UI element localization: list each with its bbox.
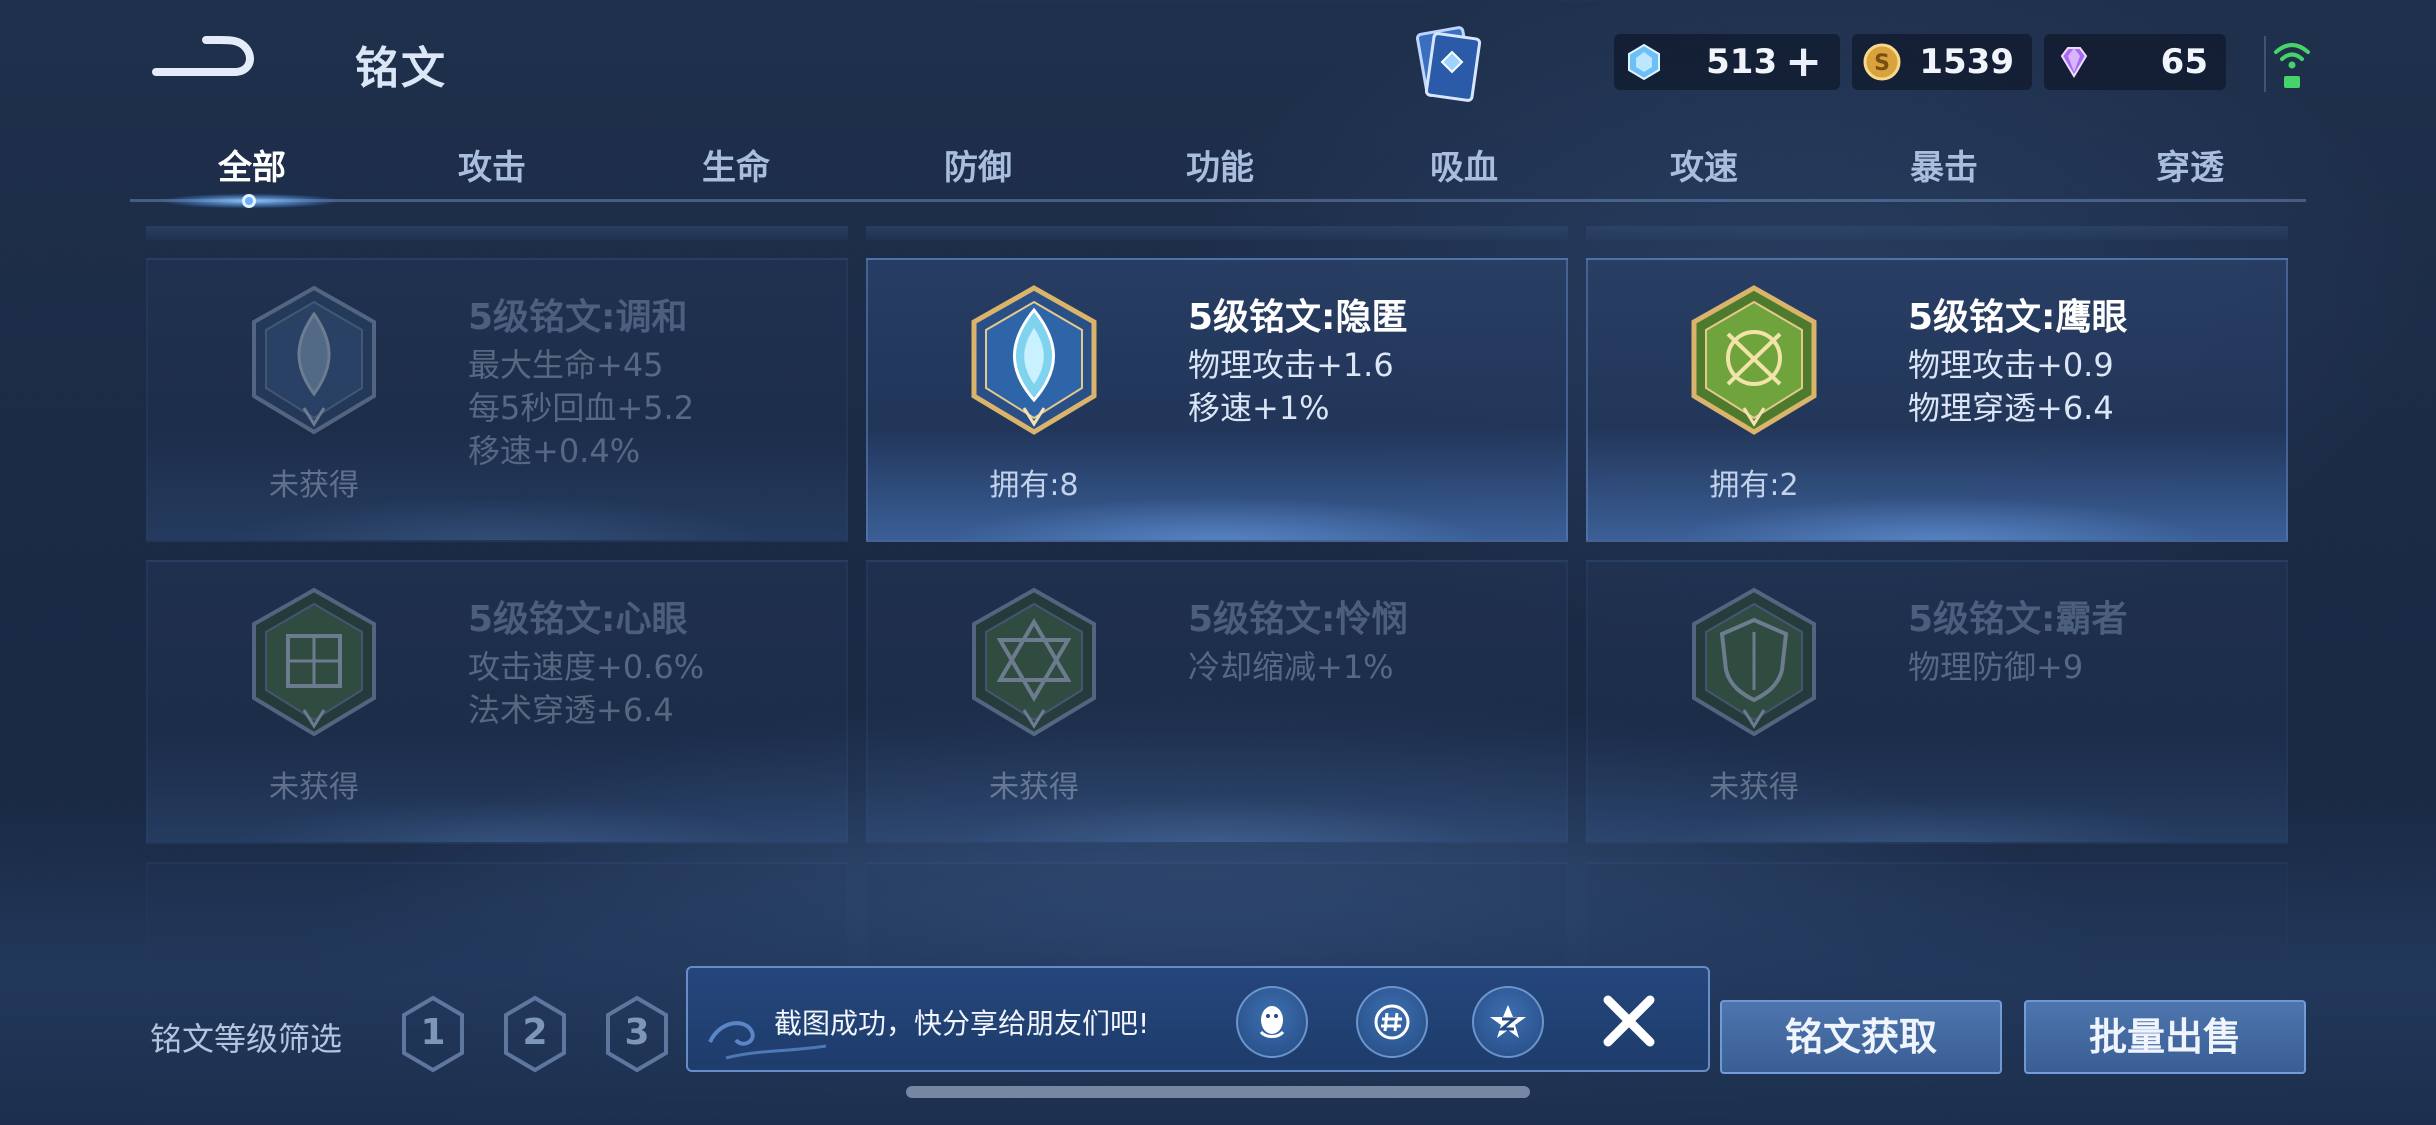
gem-counter: 65	[2044, 34, 2226, 90]
gem-value: 65	[2160, 42, 2208, 82]
home-indicator[interactable]	[906, 1086, 1530, 1098]
rune-green-eagle-icon	[1691, 285, 1817, 435]
tab-lifesteal[interactable]: 吸血	[1384, 140, 1544, 189]
rune-book-icon[interactable]	[1408, 22, 1488, 106]
tab-utility[interactable]: 功能	[1140, 140, 1300, 189]
rune-status: 未获得	[269, 770, 359, 805]
rune-blue-flame-icon	[252, 285, 376, 435]
wifi-signal-icon	[2274, 43, 2310, 88]
tab-all[interactable]: 全部	[172, 140, 332, 189]
toast-message: 截图成功，快分享给朋友们吧!	[774, 1007, 1150, 1040]
tab-defense[interactable]: 防御	[898, 140, 1058, 189]
rune-stats: 物理攻击+1.6 移速+1%	[1188, 344, 1394, 430]
level-filter-2[interactable]: 2	[500, 994, 570, 1074]
get-runes-button[interactable]: 铭文获取	[1720, 1000, 2002, 1074]
tab-health[interactable]: 生命	[656, 140, 816, 189]
rune-green-star-icon	[972, 587, 1096, 737]
rune-stat: 移速+0.4%	[468, 432, 641, 470]
tab-active-indicator	[242, 194, 256, 208]
rune-card[interactable]: 拥有:2 5级铭文:鹰眼 物理攻击+0.9 物理穿透+6.4	[1586, 258, 2288, 542]
rune-stat: 冷却缩减+1%	[1188, 648, 1394, 686]
card-peek	[146, 226, 848, 240]
tab-underline	[130, 199, 2306, 202]
card-peek	[866, 226, 1568, 240]
rune-owned-count: 拥有:8	[989, 468, 1079, 503]
diamond-value: 513	[1706, 42, 1778, 82]
rune-green-eye-icon	[252, 587, 376, 737]
rune-stat: 攻击速度+0.6%	[468, 648, 705, 686]
rune-stats: 物理防御+9	[1908, 646, 2083, 689]
purple-gem-icon	[2060, 47, 2088, 78]
page-title: 铭文	[355, 43, 447, 94]
rune-status: 未获得	[1709, 770, 1799, 805]
rune-status: 未获得	[269, 468, 359, 503]
level-filter-3[interactable]: 3	[602, 994, 672, 1074]
gold-coin-icon: S	[1863, 43, 1901, 81]
share-qzone-button[interactable]	[1472, 986, 1544, 1058]
rune-name: 5级铭文:霸者	[1908, 599, 2128, 640]
level-filter-label: 铭文等级筛选	[150, 1020, 343, 1058]
rune-name: 5级铭文:隐匿	[1188, 297, 1408, 338]
crystal-icon	[1628, 43, 1660, 81]
level-filter-label-3: 3	[624, 1012, 650, 1053]
rune-category-tabs: 全部 攻击 生命 防御 功能 吸血 攻速 暴击 穿透	[130, 136, 2306, 212]
tab-crit[interactable]: 暴击	[1864, 140, 2024, 189]
rune-card[interactable]: 未获得 5级铭文:心眼 攻击速度+0.6% 法术穿透+6.4	[146, 560, 848, 844]
plus-icon[interactable]: +	[1785, 40, 1822, 84]
rune-owned-count: 拥有:2	[1709, 468, 1799, 503]
rune-card[interactable]: 未获得 5级铭文:霸者 物理防御+9	[1586, 560, 2288, 844]
rune-stats: 最大生命+45 每5秒回血+5.2 移速+0.4%	[468, 344, 694, 473]
rune-name: 5级铭文:怜悯	[1188, 599, 1408, 640]
close-icon[interactable]	[1596, 988, 1662, 1054]
rune-stats: 物理攻击+0.9 物理穿透+6.4	[1908, 344, 2114, 430]
rune-name: 5级铭文:调和	[468, 297, 688, 338]
rune-card[interactable]: 未获得 5级铭文:调和 最大生命+45 每5秒回血+5.2 移速+0.4%	[146, 258, 848, 542]
rune-stat: 物理攻击+1.6	[1188, 346, 1394, 384]
back-arrow-icon[interactable]	[150, 28, 260, 90]
rune-stats: 冷却缩减+1%	[1188, 646, 1394, 689]
rune-stat: 移速+1%	[1188, 389, 1330, 427]
rune-stats: 攻击速度+0.6% 法术穿透+6.4	[468, 646, 704, 732]
diamond-counter[interactable]: 513 +	[1614, 34, 1840, 90]
wechat-moments-icon	[1374, 1004, 1410, 1040]
card-peek	[1586, 226, 2288, 240]
rune-name: 5级铭文:鹰眼	[1908, 297, 2128, 338]
rune-stat: 物理穿透+6.4	[1908, 389, 2114, 427]
svg-text:S: S	[1874, 51, 1890, 76]
share-moments-button[interactable]	[1356, 986, 1428, 1058]
rune-stat: 物理防御+9	[1908, 648, 2084, 686]
rune-status: 未获得	[989, 770, 1079, 805]
rune-stat: 法术穿透+6.4	[468, 691, 674, 729]
rune-blue-flame-icon	[971, 285, 1097, 435]
tab-penetration[interactable]: 穿透	[2110, 140, 2270, 189]
batch-sell-button[interactable]: 批量出售	[2024, 1000, 2306, 1074]
rune-name: 5级铭文:心眼	[468, 599, 688, 640]
rune-stat: 物理攻击+0.9	[1908, 346, 2114, 384]
tab-attack-speed[interactable]: 攻速	[1624, 140, 1784, 189]
gold-counter: S 1539	[1852, 34, 2032, 90]
level-filter-label-2: 2	[522, 1012, 548, 1053]
rune-card[interactable]: 拥有:8 5级铭文:隐匿 物理攻击+1.6 移速+1%	[866, 258, 1568, 542]
level-filter-1[interactable]: 1	[398, 994, 468, 1074]
gold-value: 1539	[1919, 42, 2014, 82]
qq-icon	[1259, 1006, 1285, 1038]
qzone-icon	[1490, 1005, 1526, 1038]
rune-green-shield-icon	[1692, 587, 1816, 737]
level-filter-label-1: 1	[420, 1012, 446, 1053]
share-qq-button[interactable]	[1236, 986, 1308, 1058]
rune-card[interactable]: 未获得 5级铭文:怜悯 冷却缩减+1%	[866, 560, 1568, 844]
tab-attack[interactable]: 攻击	[412, 140, 572, 189]
rune-stat: 每5秒回血+5.2	[468, 389, 695, 427]
rune-stat: 最大生命+45	[468, 346, 664, 384]
screenshot-share-toast: 截图成功，快分享给朋友们吧!	[686, 966, 1710, 1072]
